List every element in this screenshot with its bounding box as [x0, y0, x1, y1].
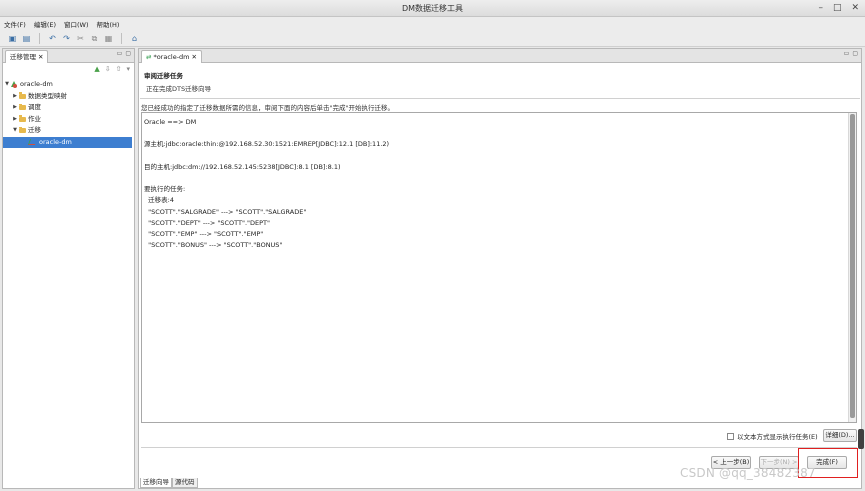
expand-arrow-icon[interactable]: ▶: [11, 102, 19, 114]
button-row-divider: [141, 447, 857, 448]
tab-source-code[interactable]: 源代码: [172, 478, 198, 488]
tab-oracle-dm[interactable]: ⇄ *oracle-dm ✕: [141, 50, 202, 63]
close-icon[interactable]: ✕: [851, 0, 859, 17]
wizard-title: 审阅迁移任务: [144, 72, 183, 80]
menu-file[interactable]: 文件(F): [4, 19, 26, 29]
wizard-description: 您已经成功的指定了迁移数据所需的信息，审阅下面的内容后单击"完成"开始执行迁移。: [141, 104, 394, 112]
editor-tabbar: ⇄ *oracle-dm ✕ ▭ ▢: [139, 49, 861, 63]
undo-icon[interactable]: ↶: [48, 34, 57, 43]
menu-help[interactable]: 帮助(H): [97, 19, 120, 29]
tab-label: *oracle-dm: [153, 53, 190, 61]
collapse-arrow-icon[interactable]: ▼: [11, 125, 19, 137]
maximize-icon[interactable]: ▢: [852, 50, 858, 57]
tab-migration-manager[interactable]: 迁移管理 ✕: [5, 50, 49, 63]
maximize-icon[interactable]: □: [833, 0, 842, 17]
tree-node-migration[interactable]: ▼ 迁移: [3, 125, 134, 137]
folder-icon: [19, 92, 26, 99]
tree-node-jobs[interactable]: ▶ 作业: [3, 114, 134, 126]
tab-label: 迁移管理: [10, 53, 36, 61]
tree-node-label: 调度: [28, 103, 41, 111]
maximize-icon[interactable]: ▢: [125, 50, 131, 57]
view-menu-icon[interactable]: ▾: [126, 65, 130, 73]
minimize-icon[interactable]: ▭: [844, 50, 850, 57]
folder-icon: [19, 115, 26, 122]
menu-edit[interactable]: 编辑(E): [34, 19, 56, 29]
scrollbar-thumb[interactable]: [858, 429, 864, 449]
copy-icon[interactable]: ⧉: [90, 34, 99, 43]
toolbar-separator: [39, 32, 40, 44]
import-icon[interactable]: ⇩: [105, 65, 111, 73]
task-summary-text: Oracle ==> DM 源主机:jdbc:oracle:thin:@192.…: [144, 118, 390, 250]
tree-node-root[interactable]: ▼ oracle-dm: [3, 79, 134, 91]
window-titlebar: DM数据迁移工具 – □ ✕: [0, 0, 865, 17]
export-icon[interactable]: ⇧: [116, 65, 122, 73]
panel-tabbar: 迁移管理 ✕ ▭ ▢: [3, 49, 134, 63]
save-all-icon[interactable]: ▤: [22, 34, 31, 43]
tree-node-label: oracle-dm: [39, 137, 72, 146]
tree-toolbar: ▲ ⇩ ⇧ ▾: [3, 63, 134, 75]
tree-node-schedule[interactable]: ▶ 调度: [3, 102, 134, 114]
toolbar-separator: [121, 32, 122, 44]
tree-node-migration-item[interactable]: oracle-dm: [3, 136, 132, 148]
scrollbar-thumb[interactable]: [850, 114, 855, 418]
tree-node-label: 数据类型映射: [28, 91, 67, 100]
show-as-text-option[interactable]: 以文本方式显示执行任务(E): [727, 431, 818, 441]
home-icon[interactable]: ⌂: [130, 34, 139, 43]
project-tree: ▼ oracle-dm ▶ 数据类型映射 ▶ 调度 ▶ 作业 ▼ 迁移 orac…: [3, 75, 134, 148]
wizard-subtitle: 正在完成DTS迁移向导: [146, 85, 212, 93]
window-title: DM数据迁移工具: [401, 4, 464, 13]
main-toolbar: ▣ ▤ ↶ ↷ ✂ ⧉ ▦ ⌂: [0, 30, 865, 47]
close-icon[interactable]: ✕: [192, 51, 197, 63]
watermark: CSDN @qq_38482387: [680, 466, 816, 480]
menu-bar: 文件(F) 编辑(E) 窗口(W) 帮助(H): [0, 17, 865, 30]
new-project-icon[interactable]: ▲: [94, 65, 99, 73]
show-as-text-checkbox[interactable]: [727, 432, 734, 440]
detail-button[interactable]: 详细(D)...: [823, 429, 857, 442]
editor-bottom-tabs: 迁移向导 源代码: [140, 478, 198, 488]
tree-node-label: 作业: [28, 114, 41, 123]
task-summary-box[interactable]: Oracle ==> DM 源主机:jdbc:oracle:thin:@192.…: [141, 112, 857, 423]
save-icon[interactable]: ▣: [8, 34, 17, 43]
cut-icon[interactable]: ✂: [76, 34, 85, 43]
folder-open-icon: [19, 126, 26, 134]
redo-icon[interactable]: ↷: [62, 34, 71, 43]
migration-icon: ⇄: [146, 53, 152, 61]
project-icon: [11, 81, 18, 89]
collapse-arrow-icon[interactable]: ▼: [3, 79, 11, 91]
migration-icon: [27, 139, 38, 146]
tree-node-type-mapping[interactable]: ▶ 数据类型映射: [3, 91, 134, 103]
paste-icon[interactable]: ▦: [104, 34, 113, 43]
show-as-text-label: 以文本方式显示执行任务(E): [737, 433, 818, 441]
menu-window[interactable]: 窗口(W): [64, 19, 89, 29]
expand-arrow-icon[interactable]: ▶: [11, 91, 19, 103]
minimize-icon[interactable]: –: [818, 0, 823, 17]
close-icon[interactable]: ✕: [38, 51, 43, 63]
folder-icon: [19, 103, 26, 111]
expand-arrow-icon[interactable]: ▶: [11, 114, 19, 126]
wizard-header: 审阅迁移任务 正在完成DTS迁移向导: [140, 65, 860, 99]
tree-node-label: oracle-dm: [20, 80, 53, 88]
vertical-scrollbar[interactable]: [848, 113, 856, 422]
tab-migration-wizard[interactable]: 迁移向导: [140, 478, 172, 488]
tree-node-label: 迁移: [28, 126, 41, 134]
minimize-icon[interactable]: ▭: [117, 50, 123, 57]
migration-manager-panel: 迁移管理 ✕ ▭ ▢ ▲ ⇩ ⇧ ▾ ▼ oracle-dm ▶ 数据类型映射 …: [2, 48, 135, 489]
migration-editor: ⇄ *oracle-dm ✕ ▭ ▢ 审阅迁移任务 正在完成DTS迁移向导 您已…: [138, 48, 862, 489]
